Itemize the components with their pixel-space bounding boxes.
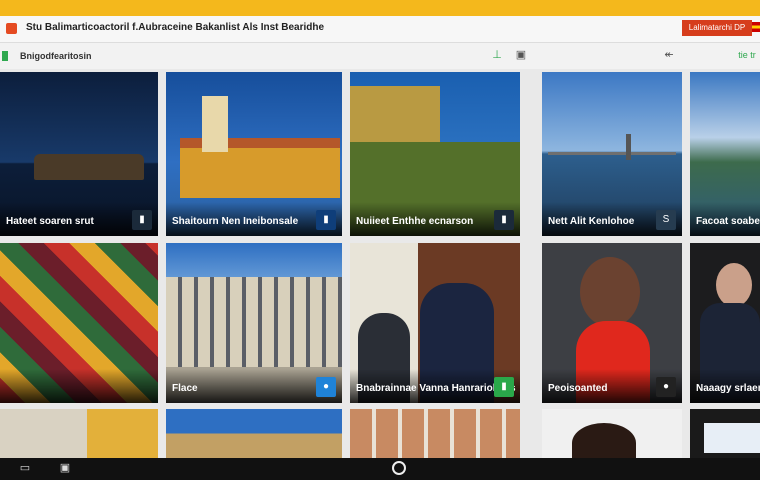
back-arrow-icon[interactable]: ↞: [662, 48, 676, 62]
tile-badge[interactable]: ▮: [132, 210, 152, 230]
app-icon: [6, 23, 17, 34]
tile-label-bar: Naaagy srlaen: [690, 369, 760, 403]
gallery-tile-portrait-man[interactable]: Naaagy srlaen: [690, 243, 760, 403]
bridge-deck: [548, 152, 676, 155]
portrait-head: [580, 257, 640, 327]
right-toolbar-label[interactable]: tie tr: [736, 48, 758, 62]
portrait-head: [572, 423, 636, 458]
facade-shape: [166, 277, 342, 367]
top-accent-strip: [0, 0, 760, 16]
tile-badge[interactable]: ▮: [494, 210, 514, 230]
gallery-tile-church[interactable]: Shaitourn Nen Ineibonsale ▮: [166, 72, 342, 236]
window-icon[interactable]: ▭: [18, 462, 32, 475]
header-action-button[interactable]: Lalimatarchi DP: [682, 20, 752, 36]
flag-icon[interactable]: [752, 22, 760, 32]
tile-badge[interactable]: ●: [316, 377, 336, 397]
window-title: Stu Balimarticoactoril f.Aubraceine Baka…: [26, 22, 325, 33]
toolbar: Bnigodfearitosin ⊥ ▣ ↞ tie tr: [0, 43, 760, 69]
title-bar: Stu Balimarticoactoril f.Aubraceine Baka…: [0, 16, 760, 43]
pin-icon[interactable]: ⊥: [490, 48, 504, 62]
tile-label-bar: Facoat soaber: [690, 202, 760, 236]
gallery-tile-faces-grid[interactable]: [350, 409, 520, 458]
breadcrumb[interactable]: Bnigodfearitosin: [20, 51, 92, 61]
gallery-tile-library[interactable]: Bnabrainnae Vanna Hanrariohaes ▮: [350, 243, 520, 403]
bridge-tower: [626, 134, 631, 160]
tower-shape: [202, 96, 228, 152]
gallery-tile-portrait-woman[interactable]: Peoisoanted ●: [542, 243, 682, 403]
tile-badge[interactable]: S: [656, 210, 676, 230]
app-window-icon[interactable]: ▣: [58, 462, 72, 475]
gallery-tile-bridge[interactable]: Nett Alit Kenlohoe S: [542, 72, 682, 236]
grid-view-icon[interactable]: ▣: [514, 48, 528, 62]
status-indicator: [2, 51, 8, 61]
gallery-tile-cliff[interactable]: Nuiieet Enthhe ecnarson ▮: [350, 72, 520, 236]
tile-badge[interactable]: ●: [656, 377, 676, 397]
tile-label-bar: [0, 369, 158, 403]
ship-silhouette: [34, 154, 144, 180]
gallery-tile-dome[interactable]: [166, 409, 342, 458]
gallery-tile-ship[interactable]: Hateet soaren srut ▮: [0, 72, 158, 236]
portrait-head: [716, 263, 752, 307]
start-button[interactable]: [392, 461, 406, 475]
taskbar: ▭ ▣: [0, 458, 760, 480]
gallery-tile-plaza[interactable]: Flace ●: [166, 243, 342, 403]
gallery-tile-street[interactable]: [0, 409, 158, 458]
screen-shape: [704, 423, 760, 453]
tile-badge[interactable]: ▮: [316, 210, 336, 230]
gallery-tile-tiles-art[interactable]: [0, 243, 158, 403]
gallery-tile-coast[interactable]: Facoat soaber: [690, 72, 760, 236]
gallery-tile-screen[interactable]: [690, 409, 760, 458]
tile-badge[interactable]: ▮: [494, 377, 514, 397]
building-shape: [180, 144, 340, 198]
gallery-tile-portrait-bottom[interactable]: [542, 409, 682, 458]
